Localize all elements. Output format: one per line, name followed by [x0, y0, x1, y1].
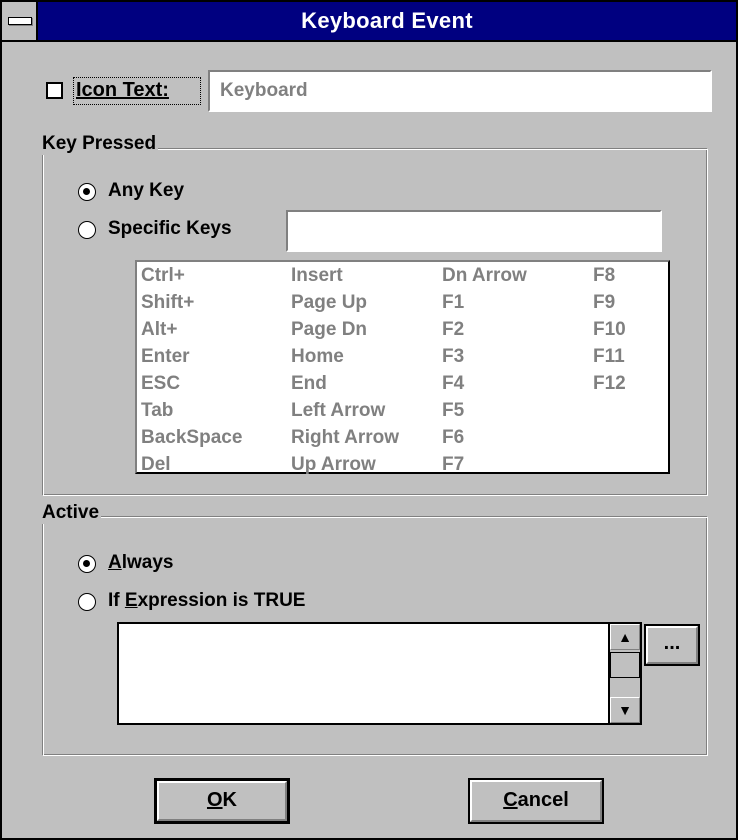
key-item-f1[interactable]: F1 — [442, 293, 464, 312]
expression-ellipsis-button[interactable]: ... — [644, 624, 700, 666]
key-item-del[interactable]: Del — [141, 455, 171, 474]
if-expression-radio[interactable] — [78, 593, 96, 611]
key-item-esc[interactable]: ESC — [141, 374, 180, 393]
key-item-home[interactable]: Home — [291, 347, 344, 366]
arrow-up-icon: ▲ — [618, 629, 632, 645]
icon-text-label: Icon Text: — [76, 79, 169, 101]
key-item-f10[interactable]: F10 — [593, 320, 626, 339]
key-item-right-arrow[interactable]: Right Arrow — [291, 428, 399, 447]
icon-text-checkbox[interactable] — [46, 82, 63, 99]
ellipsis-label: ... — [663, 632, 681, 654]
key-item-backspace[interactable]: BackSpace — [141, 428, 242, 447]
expression-textarea[interactable] — [117, 622, 642, 725]
any-key-radio[interactable] — [78, 183, 96, 201]
key-item-f5[interactable]: F5 — [442, 401, 464, 420]
specific-keys-radio[interactable] — [78, 221, 96, 239]
system-menu-button[interactable] — [2, 2, 38, 40]
key-item-f6[interactable]: F6 — [442, 428, 464, 447]
ok-button[interactable]: OK — [154, 778, 290, 824]
key-item-f9[interactable]: F9 — [593, 293, 615, 312]
key-item-shift[interactable]: Shift+ — [141, 293, 194, 312]
key-item-f12[interactable]: F12 — [593, 374, 626, 393]
active-group-label: Active — [40, 502, 102, 524]
any-key-label[interactable]: Any Key — [108, 180, 184, 202]
cancel-label: Cancel — [503, 789, 569, 811]
key-item-enter[interactable]: Enter — [141, 347, 190, 366]
key-item-f11[interactable]: F11 — [593, 347, 625, 366]
icon-text-input[interactable]: Keyboard — [208, 70, 712, 112]
key-item-insert[interactable]: Insert — [291, 266, 343, 285]
key-item-f8[interactable]: F8 — [593, 266, 615, 285]
scroll-down-button[interactable]: ▼ — [610, 697, 640, 723]
key-pressed-group-label: Key Pressed — [40, 133, 159, 155]
arrow-down-icon: ▼ — [618, 702, 632, 718]
key-list[interactable]: Ctrl+ Shift+ Alt+ Enter ESC Tab BackSpac… — [135, 260, 670, 474]
if-expression-label[interactable]: If Expression is TRUE — [108, 590, 305, 612]
key-item-up-arrow[interactable]: Up Arrow — [291, 455, 376, 474]
key-item-f3[interactable]: F3 — [442, 347, 464, 366]
window-title: Keyboard Event — [301, 8, 473, 33]
system-menu-icon — [8, 17, 32, 25]
key-item-alt[interactable]: Alt+ — [141, 320, 177, 339]
icon-text-value: Keyboard — [220, 80, 308, 101]
title-bar: Keyboard Event — [2, 2, 736, 42]
key-item-left-arrow[interactable]: Left Arrow — [291, 401, 385, 420]
key-item-tab[interactable]: Tab — [141, 401, 173, 420]
key-item-dn-arrow[interactable]: Dn Arrow — [442, 266, 527, 285]
expression-scrollbar[interactable]: ▲ ▼ — [608, 622, 642, 725]
key-item-ctrl[interactable]: Ctrl+ — [141, 266, 185, 285]
key-item-f4[interactable]: F4 — [442, 374, 464, 393]
always-radio[interactable] — [78, 555, 96, 573]
key-item-f2[interactable]: F2 — [442, 320, 464, 339]
ok-label: OK — [206, 789, 237, 811]
always-label[interactable]: Always — [108, 552, 174, 574]
keyboard-event-dialog: Keyboard Event Icon Text: Keyboard Key P… — [0, 0, 738, 840]
key-item-page-up[interactable]: Page Up — [291, 293, 367, 312]
key-item-f7[interactable]: F7 — [442, 455, 464, 474]
key-item-page-dn[interactable]: Page Dn — [291, 320, 367, 339]
key-item-end[interactable]: End — [291, 374, 327, 393]
specific-keys-input[interactable] — [286, 210, 662, 252]
cancel-button[interactable]: Cancel — [468, 778, 604, 824]
scroll-thumb[interactable] — [610, 652, 640, 678]
scroll-up-button[interactable]: ▲ — [610, 624, 640, 650]
specific-keys-label[interactable]: Specific Keys — [108, 218, 232, 240]
